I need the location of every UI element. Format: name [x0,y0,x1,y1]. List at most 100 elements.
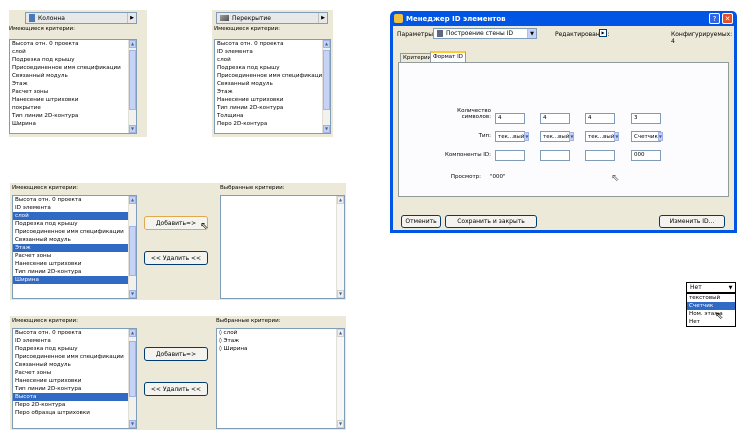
list-item[interactable]: Перо 2D-контура [13,401,136,409]
scrollbar[interactable]: ▲ ▼ [336,329,344,428]
list-item[interactable]: Этаж [215,88,330,96]
dropdown-option[interactable]: Нет [687,318,735,326]
add-button[interactable]: Добавить=> [144,347,208,361]
type-select[interactable]: Счетчик ▼ [631,131,663,142]
list-item[interactable]: Присоединенное имя спецификации [13,228,136,236]
scroll-thumb[interactable] [323,50,330,110]
list-item[interactable]: Нанесение штриховки [13,377,136,385]
list-item[interactable]: ◊ Ширина [217,345,344,353]
available-criteria-list[interactable]: Высота отн. 0 проекта слой Подрезка под кр… [9,39,137,134]
selected-criteria-list[interactable]: ◊ слой ◊ Этаж ◊ Ширина ▲ ▼ [216,328,345,429]
list-item[interactable]: Расчет зоны [13,252,136,260]
save-close-button[interactable]: Сохранить и закрыть [445,215,537,228]
list-item[interactable]: Перо 2D-контура [215,120,330,128]
list-item[interactable]: ID элемента [13,204,136,212]
id-component-field[interactable] [585,150,615,161]
available-criteria-list[interactable]: Высота отн. 0 проекта ID элемента Подрезка… [12,328,137,429]
list-item[interactable]: Перо образца штриховки [13,409,136,417]
list-item[interactable]: Связанный модуль [13,236,136,244]
type-select[interactable]: тек...вый ▼ [540,131,575,142]
scroll-up-icon[interactable]: ▲ [337,196,344,204]
scroll-up-icon[interactable]: ▲ [323,40,330,48]
list-item[interactable]: Связанный модуль [10,72,136,80]
type-select[interactable]: тек...вый ▼ [585,131,620,142]
scroll-down-icon[interactable]: ▼ [337,290,344,298]
char-count-field[interactable]: 4 [585,113,615,124]
list-item[interactable]: Присоединенное имя спецификации [215,72,330,80]
list-item[interactable]: слой [13,212,136,220]
scroll-up-icon[interactable]: ▲ [129,329,136,337]
scrollbar[interactable]: ▲ ▼ [128,329,136,428]
change-id-button[interactable]: Изменить ID... [659,215,725,228]
list-item[interactable]: Нанесение штриховки [13,260,136,268]
list-item[interactable]: Высота отн. 0 проекта [10,40,136,48]
list-item[interactable]: Этаж [10,80,136,88]
list-item[interactable]: Тип линии 2D-контура [13,268,136,276]
scroll-up-icon[interactable]: ▲ [129,196,136,204]
list-item[interactable]: Высота отн. 0 проекта [13,196,136,204]
id-component-field[interactable]: 000 [631,150,661,161]
list-item[interactable]: ID элемента [13,337,136,345]
scroll-up-icon[interactable]: ▲ [337,329,344,337]
char-count-field[interactable]: 4 [495,113,525,124]
list-item[interactable]: Ширина [10,120,136,128]
remove-button[interactable]: << Удалить << [144,251,208,265]
scroll-down-icon[interactable]: ▼ [129,125,136,133]
list-item[interactable]: ID элемента [215,48,330,56]
scroll-down-icon[interactable]: ▼ [129,290,136,298]
list-item[interactable]: Высота отн. 0 проекта [215,40,330,48]
available-criteria-list[interactable]: Высота отн. 0 проекта ID элемента слой Подр… [12,195,137,299]
scrollbar[interactable]: ▲ ▼ [322,40,330,133]
list-item[interactable]: ◊ слой [217,329,344,337]
list-item[interactable]: Тип линии 2D-контура [215,104,330,112]
scrollbar[interactable]: ▲ ▼ [128,196,136,298]
list-item[interactable]: Присоединенное имя спецификации [10,64,136,72]
available-criteria-list[interactable]: Высота отн. 0 проекта ID элемента слой Подр… [214,39,331,134]
list-item[interactable]: Расчет зоны [10,88,136,96]
params-select[interactable]: Построение стены ID ▼ [433,28,537,39]
remove-button[interactable]: << Удалить << [144,382,208,396]
list-item[interactable]: слой [10,48,136,56]
char-count-field[interactable]: 4 [540,113,570,124]
scrollbar[interactable]: ▲ ▼ [128,40,136,133]
scroll-thumb[interactable] [129,341,136,397]
dropdown-option[interactable]: Ном. этажа [687,310,735,318]
type-select[interactable]: тек...вый ▼ [495,131,530,142]
list-item[interactable]: ◊ Этаж [217,337,344,345]
list-item[interactable]: Подрезка под крышу [13,220,136,228]
tab-id-format[interactable]: Формат ID [430,51,466,62]
list-item[interactable]: Подрезка под крышу [10,56,136,64]
char-count-field[interactable]: 3 [631,113,661,124]
list-item[interactable]: покрытие [10,104,136,112]
list-item[interactable]: Тип линии 2D-контура [10,112,136,120]
cancel-button[interactable]: Отменить [401,215,441,228]
scroll-thumb[interactable] [129,226,136,276]
scroll-thumb[interactable] [129,50,136,110]
list-item[interactable]: Подрезка под крышу [215,64,330,72]
list-item[interactable]: Расчет зоны [13,369,136,377]
id-component-field[interactable] [495,150,525,161]
scroll-down-icon[interactable]: ▼ [129,420,136,428]
scroll-up-icon[interactable]: ▲ [129,40,136,48]
scrollbar[interactable]: ▲ ▼ [336,196,344,298]
add-button[interactable]: Добавить=> [144,216,208,230]
list-item[interactable]: Подрезка под крышу [13,345,136,353]
element-type-combo[interactable]: Колонна ▶ [25,12,137,24]
list-item[interactable]: Этаж [13,244,136,252]
list-item[interactable]: Тип линии 2D-контура [13,385,136,393]
dropdown-option[interactable]: Счетчик [687,302,735,310]
list-item[interactable]: слой [215,56,330,64]
dropdown-option[interactable]: текстовый [687,294,735,302]
help-icon[interactable]: ? [709,13,720,24]
list-item[interactable]: Присоединенное имя спецификации [13,353,136,361]
close-icon[interactable]: ✕ [722,13,733,24]
selected-criteria-list[interactable]: ▲ ▼ [220,195,345,299]
list-item[interactable]: Нанесение штриховки [10,96,136,104]
list-item[interactable]: Ширина [13,276,136,284]
edit-arrow-button[interactable]: ▶ [599,29,607,37]
type-dropdown[interactable]: Нет ▼ [686,282,736,293]
list-item[interactable]: Связанный модуль [13,361,136,369]
scroll-down-icon[interactable]: ▼ [323,125,330,133]
list-item[interactable]: Высота [13,393,136,401]
scroll-down-icon[interactable]: ▼ [337,420,344,428]
